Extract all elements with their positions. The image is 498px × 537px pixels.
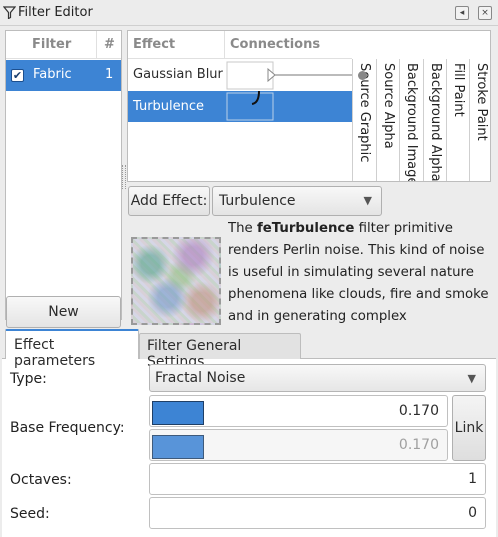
chevron-down-icon: ▼ xyxy=(363,194,372,207)
input-dot-icon xyxy=(358,71,367,80)
tab-filter-general-settings[interactable]: Filter General Settings xyxy=(139,333,301,370)
tab-effect-parameters[interactable]: Effect parameters xyxy=(5,329,139,369)
title-bar: Filter Editor ◂ × xyxy=(0,0,498,26)
connection-graph[interactable] xyxy=(128,60,352,122)
seed-value: 0 xyxy=(468,505,477,521)
filter-column-header[interactable]: Filter xyxy=(6,31,97,59)
new-filter-button[interactable]: New xyxy=(6,296,121,328)
slider-value: 0.170 xyxy=(398,437,439,453)
connections-column-header[interactable]: Connections xyxy=(225,31,352,59)
seed-label: Seed: xyxy=(10,506,50,522)
filter-enabled-checkbox[interactable]: ✔ xyxy=(11,69,24,82)
close-icon[interactable]: × xyxy=(478,6,492,20)
octaves-spinbox[interactable]: 1 xyxy=(149,463,486,495)
base-frequency-y-slider[interactable]: 0.170 xyxy=(149,429,448,461)
chevron-down-icon: ▼ xyxy=(467,372,476,385)
effect-column-header[interactable]: Effect xyxy=(128,31,225,59)
type-label: Type: xyxy=(10,371,47,387)
effect-type-dropdown[interactable]: Turbulence ▼ xyxy=(212,186,382,216)
base-frequency-x-slider[interactable]: 0.170 xyxy=(149,395,448,427)
slider-value: 0.170 xyxy=(398,403,439,419)
effect-type-value: Turbulence xyxy=(219,193,296,209)
window-title: Filter Editor xyxy=(18,5,93,20)
slider-fill xyxy=(152,401,204,425)
effect-preview-image xyxy=(131,237,221,325)
description-primitive: feTurbulence xyxy=(256,221,355,236)
add-effect-button[interactable]: Add Effect: xyxy=(128,186,210,216)
base-frequency-label: Base Frequency: xyxy=(10,420,125,436)
input-source-graphic[interactable]: Source Graphic xyxy=(352,59,376,181)
filter-count: 1 xyxy=(105,67,114,82)
funnel-icon xyxy=(3,6,16,19)
type-dropdown[interactable]: Fractal Noise ▼ xyxy=(149,364,486,392)
slider-fill xyxy=(152,435,204,459)
description-prefix: The xyxy=(228,221,257,236)
filter-list: Filter # ✔ Fabric 1 xyxy=(5,30,122,320)
octaves-value: 1 xyxy=(468,471,477,487)
count-column-header[interactable]: # xyxy=(97,31,121,59)
pane-resize-handle[interactable] xyxy=(122,165,126,189)
effect-table: Effect Connections Gaussian Blur Turbule… xyxy=(127,30,491,182)
seed-spinbox[interactable]: 0 xyxy=(149,497,486,529)
input-background-image[interactable]: Background Image xyxy=(399,59,423,181)
effect-description: The feTurbulence filter primitive render… xyxy=(228,218,490,326)
input-background-alpha[interactable]: Background Alpha xyxy=(423,59,446,181)
octaves-label: Octaves: xyxy=(10,472,72,488)
collapse-icon[interactable]: ◂ xyxy=(455,6,469,20)
description-body: filter primitive renders Perlin noise. T… xyxy=(228,221,489,324)
filter-row-fabric[interactable]: ✔ Fabric 1 xyxy=(6,60,121,91)
input-source-alpha[interactable]: Source Alpha xyxy=(376,59,399,181)
filter-name: Fabric xyxy=(33,67,72,82)
link-toggle-button[interactable]: Link xyxy=(452,395,486,461)
type-value: Fractal Noise xyxy=(155,370,246,386)
input-stroke-paint[interactable]: Stroke Paint xyxy=(469,59,490,181)
input-fill-paint[interactable]: Fill Paint xyxy=(446,59,469,181)
